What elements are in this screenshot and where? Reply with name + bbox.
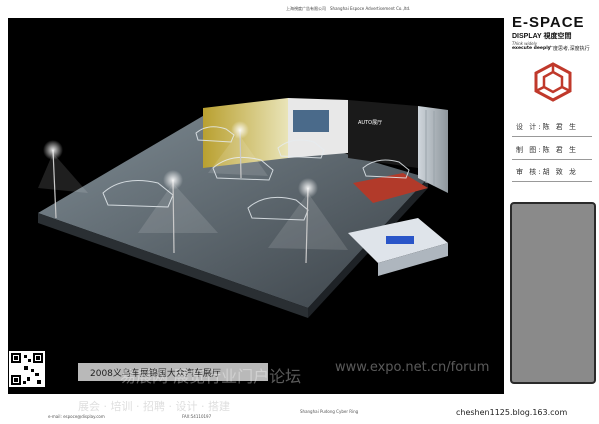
brand-logo-line2: DISPLAY 視度空間 xyxy=(512,33,572,40)
desk-screen xyxy=(386,236,414,244)
blog-url: cheshen1125.blog.163.com xyxy=(456,408,568,417)
address: Shanghai Pudong Cyber Ring xyxy=(300,409,359,414)
drawing-credit: 制 图:陈 君 生 xyxy=(516,146,579,154)
slogan-cn: 广度思考,深度执行 xyxy=(548,46,590,52)
design-credit: 设 计:陈 君 生 xyxy=(516,123,579,131)
company-name-cn: 上海視度广告有限公司 xyxy=(286,6,326,11)
divider xyxy=(512,159,592,160)
watermark-sub: 展会 · 培训 · 招聘 · 设计 · 搭建 xyxy=(78,400,230,413)
fax: FAX:54110197 xyxy=(182,414,212,419)
divider xyxy=(512,181,592,182)
email: e-mail: espoce@display.com xyxy=(48,414,105,419)
slogan-en-2: execute deeply xyxy=(512,46,551,51)
watermark-forum: 易展网 展览行业门户论坛 xyxy=(120,367,302,386)
back-wall-dark xyxy=(348,100,418,168)
banner-text: AUTO展厅 xyxy=(358,120,382,126)
blank-info-panel xyxy=(510,202,596,384)
company-name-en: Shanghai Espoce Advertisement Co.,ltd. xyxy=(330,6,411,11)
brand-logo-line1: E-SPACE xyxy=(512,14,585,31)
review-credit: 审 核:胡 致 龙 xyxy=(516,168,579,176)
watermark-url: www.expo.net.cn/forum xyxy=(335,360,490,375)
right-tower xyxy=(418,106,448,193)
booth-rendering: AUTO展厅 2008义乌车展锦国大众汽车展厅 xyxy=(38,98,448,381)
exhibition-render: AUTO展厅 2008义乌车展锦国大众汽车展厅 xyxy=(8,18,504,394)
wall-screen xyxy=(293,110,329,132)
cube-logo-icon xyxy=(533,62,573,102)
qr-code xyxy=(8,350,46,388)
divider xyxy=(512,136,592,137)
